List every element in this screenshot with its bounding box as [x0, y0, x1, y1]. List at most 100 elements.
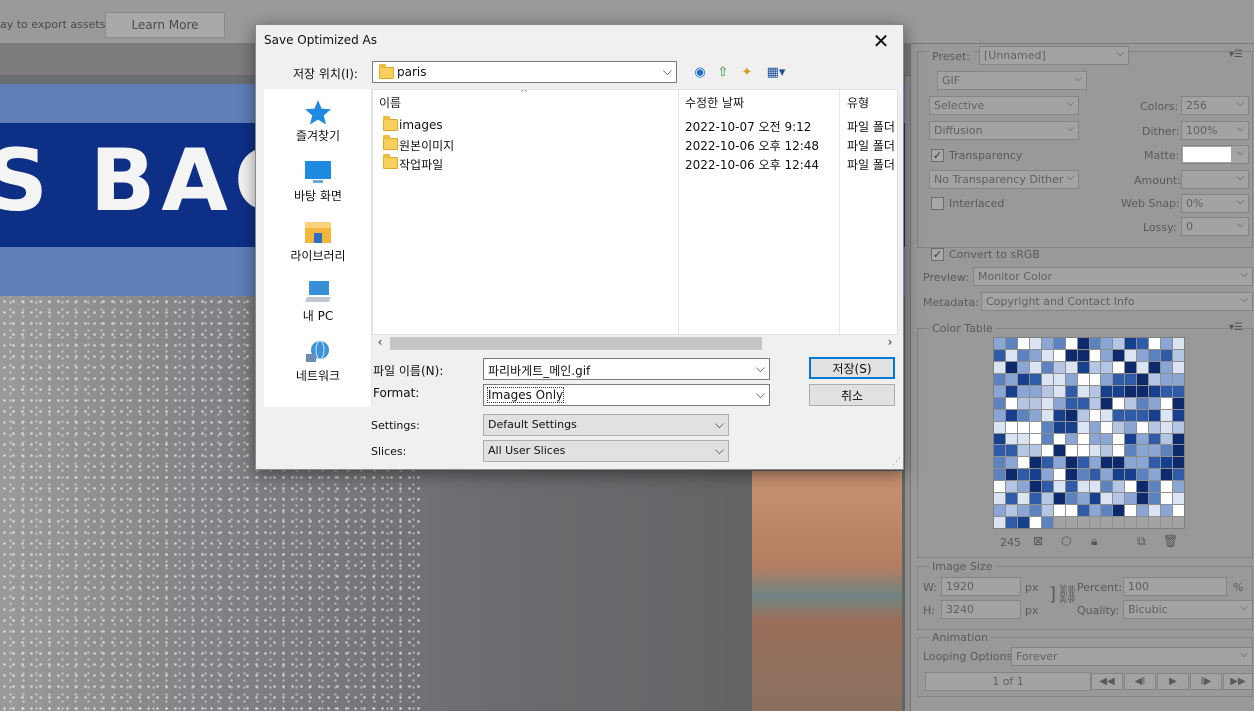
- color-swatch[interactable]: [1017, 421, 1029, 433]
- color-swatch[interactable]: [1053, 409, 1065, 421]
- color-swatch[interactable]: [994, 493, 1005, 505]
- matte-select[interactable]: ⌵: [1181, 145, 1249, 164]
- color-swatch[interactable]: [1113, 505, 1125, 517]
- color-swatch[interactable]: [1041, 397, 1053, 409]
- color-swatch[interactable]: [1005, 361, 1017, 373]
- color-swatch[interactable]: [1173, 361, 1184, 373]
- color-swatch[interactable]: [1125, 493, 1137, 505]
- color-swatch[interactable]: [1149, 481, 1161, 493]
- color-swatch[interactable]: [1125, 373, 1137, 385]
- color-swatch[interactable]: [1161, 385, 1173, 397]
- color-swatch[interactable]: [1041, 409, 1053, 421]
- color-swatch[interactable]: [994, 361, 1005, 373]
- color-swatch[interactable]: [1017, 338, 1029, 349]
- color-swatch[interactable]: [1173, 338, 1184, 349]
- color-swatch[interactable]: [1161, 505, 1173, 517]
- color-swatch[interactable]: [1065, 361, 1077, 373]
- list-item[interactable]: 작업파일 2022-10-06 오후 12:44 파일 폴더: [373, 154, 897, 172]
- color-swatch[interactable]: [1101, 517, 1113, 528]
- file-list-view[interactable]: ^ 이름 수정한 날짜 유형 images 2022-10-07 오전 9:12…: [372, 89, 898, 351]
- color-swatch[interactable]: [1065, 469, 1077, 481]
- column-header-type[interactable]: 유형: [847, 94, 869, 111]
- color-swatch[interactable]: [1089, 385, 1101, 397]
- color-swatch[interactable]: [1017, 457, 1029, 469]
- color-swatch[interactable]: [1053, 373, 1065, 385]
- color-swatch[interactable]: [1005, 409, 1017, 421]
- color-swatch[interactable]: [1065, 373, 1077, 385]
- next-frame-button[interactable]: I▶: [1190, 673, 1222, 690]
- color-swatch[interactable]: [1041, 481, 1053, 493]
- color-swatch[interactable]: [1017, 433, 1029, 445]
- color-swatch[interactable]: [1041, 338, 1053, 349]
- color-swatch[interactable]: [1173, 517, 1184, 528]
- color-swatch[interactable]: [1161, 421, 1173, 433]
- color-swatch[interactable]: [1005, 433, 1017, 445]
- color-swatch[interactable]: [1161, 493, 1173, 505]
- color-swatch[interactable]: [1077, 397, 1089, 409]
- color-swatch[interactable]: [1125, 361, 1137, 373]
- color-swatch[interactable]: [1005, 493, 1017, 505]
- color-swatch[interactable]: [1161, 517, 1173, 528]
- color-swatch[interactable]: [1161, 349, 1173, 361]
- color-swatch[interactable]: [1053, 481, 1065, 493]
- color-swatch[interactable]: [1029, 397, 1041, 409]
- color-swatch[interactable]: [1089, 373, 1101, 385]
- place-desktop[interactable]: 바탕 화면: [264, 155, 372, 213]
- color-swatch[interactable]: [1005, 481, 1017, 493]
- color-swatch[interactable]: [1161, 397, 1173, 409]
- color-swatch[interactable]: [1149, 409, 1161, 421]
- color-table-grid[interactable]: [993, 337, 1185, 529]
- color-swatch[interactable]: [1053, 457, 1065, 469]
- color-swatch[interactable]: [1053, 445, 1065, 457]
- color-swatch[interactable]: [1125, 517, 1137, 528]
- color-swatch[interactable]: [1065, 349, 1077, 361]
- color-swatch[interactable]: [1101, 361, 1113, 373]
- color-swatch[interactable]: [1017, 373, 1029, 385]
- color-swatch[interactable]: [1005, 349, 1017, 361]
- color-swatch[interactable]: [1101, 433, 1113, 445]
- color-swatch[interactable]: [1149, 385, 1161, 397]
- color-swatch[interactable]: [1113, 517, 1125, 528]
- interlaced-checkbox[interactable]: [931, 197, 944, 210]
- color-swatch[interactable]: [1029, 433, 1041, 445]
- color-swatch[interactable]: [1137, 361, 1149, 373]
- color-swatch[interactable]: [1149, 338, 1161, 349]
- color-swatch[interactable]: [1161, 409, 1173, 421]
- color-swatch[interactable]: [1077, 361, 1089, 373]
- color-swatch[interactable]: [1161, 457, 1173, 469]
- color-swatch[interactable]: [1161, 373, 1173, 385]
- color-swatch[interactable]: [1125, 338, 1137, 349]
- color-swatch[interactable]: [1053, 505, 1065, 517]
- preset-select[interactable]: [Unnamed] ⌵: [979, 46, 1129, 65]
- color-swatch[interactable]: [1041, 385, 1053, 397]
- convert-srgb-checkbox[interactable]: ✓: [931, 248, 944, 261]
- color-swatch[interactable]: [1041, 421, 1053, 433]
- color-swatch[interactable]: [1173, 421, 1184, 433]
- color-swatch[interactable]: [1077, 517, 1089, 528]
- color-swatch[interactable]: [1077, 457, 1089, 469]
- color-swatch[interactable]: [1077, 373, 1089, 385]
- looping-select[interactable]: Forever ⌵: [1011, 647, 1253, 666]
- color-swatch[interactable]: [1029, 481, 1041, 493]
- color-swatch[interactable]: [1053, 397, 1065, 409]
- close-button[interactable]: ✕: [867, 28, 895, 54]
- color-swatch[interactable]: [1125, 421, 1137, 433]
- color-swatch[interactable]: [1173, 469, 1184, 481]
- web-shift-icon[interactable]: ⊠: [1033, 534, 1043, 548]
- color-swatch[interactable]: [1089, 481, 1101, 493]
- color-swatch[interactable]: [1089, 505, 1101, 517]
- color-swatch[interactable]: [994, 409, 1005, 421]
- color-swatch[interactable]: [1125, 457, 1137, 469]
- color-swatch[interactable]: [1101, 349, 1113, 361]
- color-swatch[interactable]: [1029, 445, 1041, 457]
- color-swatch[interactable]: [994, 457, 1005, 469]
- color-swatch[interactable]: [1125, 469, 1137, 481]
- color-swatch[interactable]: [1101, 409, 1113, 421]
- color-swatch[interactable]: [1065, 409, 1077, 421]
- cube-icon[interactable]: ⬡: [1061, 534, 1071, 548]
- color-swatch[interactable]: [1137, 469, 1149, 481]
- color-swatch[interactable]: [1137, 385, 1149, 397]
- quality-select[interactable]: Bicubic ⌵: [1123, 600, 1253, 619]
- color-swatch[interactable]: [1161, 481, 1173, 493]
- color-swatch[interactable]: [1029, 409, 1041, 421]
